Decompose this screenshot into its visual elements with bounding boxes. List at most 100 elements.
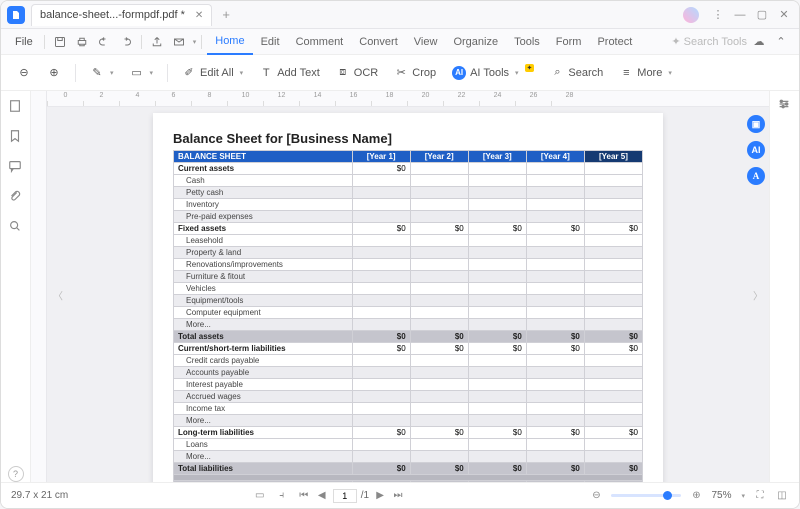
maximize-button[interactable]: ▢ (753, 6, 771, 24)
row-value (468, 259, 526, 271)
fullscreen-icon[interactable]: ⛶ (753, 489, 767, 503)
zoom-in-button[interactable]: ⊕ (41, 62, 67, 84)
row-value: $0 (526, 427, 584, 439)
row-label: Fixed assets (174, 223, 353, 235)
close-window-button[interactable]: ✕ (775, 6, 793, 24)
ai-tools-button[interactable]: AIAI Tools▾✦ (446, 62, 540, 84)
save-icon[interactable] (53, 35, 67, 49)
crop-button[interactable]: ✂Crop (388, 62, 442, 84)
pdf-page: Balance Sheet for [Business Name] BALANC… (153, 113, 663, 482)
menu-tab-organize[interactable]: Organize (445, 29, 506, 55)
zoom-out-status-icon[interactable]: ⊖ (589, 489, 603, 503)
row-label: Cash (174, 175, 353, 187)
row-value (352, 199, 410, 211)
add-text-button[interactable]: TAdd Text (253, 62, 326, 84)
row-label: Inventory (174, 199, 353, 211)
comments-icon[interactable] (8, 159, 24, 175)
menu-tab-view[interactable]: View (406, 29, 446, 55)
cloud-icon[interactable]: ☁ (752, 35, 766, 49)
row-value (584, 283, 642, 295)
row-value (526, 415, 584, 427)
menu-dots-icon[interactable]: ⋮ (709, 6, 727, 24)
row-value (468, 247, 526, 259)
last-page-icon[interactable]: ⏭ (391, 489, 405, 503)
floating-ai-icon[interactable]: AI (747, 141, 765, 159)
search-panel-icon[interactable] (8, 219, 24, 235)
menu-tab-form[interactable]: Form (548, 29, 590, 55)
attachments-icon[interactable] (8, 189, 24, 205)
next-page-arrow[interactable]: 〉 (749, 283, 767, 306)
settings-sliders-icon[interactable] (777, 97, 793, 113)
doc-title: Balance Sheet for [Business Name] (173, 131, 643, 146)
menu-tab-home[interactable]: Home (207, 29, 252, 55)
bookmarks-icon[interactable] (8, 129, 24, 145)
zoom-slider[interactable] (611, 494, 681, 497)
row-label: Leasehold (174, 235, 353, 247)
row-value: $0 (352, 163, 410, 175)
layout-view-icon[interactable]: ▭ (253, 489, 267, 503)
zoom-value: 75% (711, 490, 731, 501)
row-value (584, 235, 642, 247)
user-profile-icon[interactable] (683, 7, 699, 23)
row-value (352, 451, 410, 463)
header-cell: [Year 4] (526, 151, 584, 163)
next-page-icon[interactable]: ▶ (373, 489, 387, 503)
document-tab[interactable]: balance-sheet...-formpdf.pdf * ✕ (31, 4, 212, 26)
menu-tab-edit[interactable]: Edit (253, 29, 288, 55)
fit-page-icon[interactable]: ◫ (775, 489, 789, 503)
print-icon[interactable] (75, 35, 89, 49)
more-button[interactable]: ≡More▾ (613, 62, 678, 84)
row-value: $0 (352, 331, 410, 343)
row-value (410, 175, 468, 187)
share-icon[interactable] (150, 35, 164, 49)
first-page-icon[interactable]: ⏮ (297, 489, 311, 503)
mail-dropdown-caret[interactable]: ▾ (193, 38, 197, 46)
ocr-button[interactable]: ⧈OCR (330, 62, 384, 84)
redo-icon[interactable] (119, 35, 133, 49)
balance-sheet-table: BALANCE SHEET[Year 1][Year 2][Year 3][Ye… (173, 150, 643, 482)
menu-tab-comment[interactable]: Comment (288, 29, 352, 55)
prev-page-icon[interactable]: ◀ (315, 489, 329, 503)
zoom-out-button[interactable]: ⊖ (11, 62, 37, 84)
help-icon[interactable]: ? (8, 466, 24, 482)
row-label: Current/short-term liabilities (174, 343, 353, 355)
row-value: $0 (410, 481, 468, 483)
menu-tab-convert[interactable]: Convert (351, 29, 406, 55)
highlight-tool[interactable]: ✎▾ (84, 62, 120, 84)
floating-user-icon[interactable]: ▣ (747, 115, 765, 133)
prev-page-arrow[interactable]: 〈 (49, 283, 67, 306)
add-tab-button[interactable]: + (216, 7, 236, 22)
search-tools-button[interactable]: ✦ Search Tools (671, 35, 747, 48)
row-value (584, 211, 642, 223)
row-value: $0 (468, 343, 526, 355)
row-value (410, 295, 468, 307)
mail-icon[interactable] (172, 35, 186, 49)
zoom-dropdown-caret[interactable]: ▾ (742, 492, 746, 500)
document-viewport[interactable]: 〈 〉 ▣ AI A Balance Sheet for [Business N… (47, 107, 769, 482)
file-menu[interactable]: File (9, 36, 39, 48)
undo-icon[interactable] (97, 35, 111, 49)
row-value (584, 451, 642, 463)
row-value (352, 415, 410, 427)
menu-tab-protect[interactable]: Protect (589, 29, 640, 55)
collapse-ribbon-icon[interactable]: ⌃ (774, 35, 788, 49)
row-value (526, 319, 584, 331)
zoom-in-status-icon[interactable]: ⊕ (689, 489, 703, 503)
floating-a-icon[interactable]: A (747, 167, 765, 185)
menu-tab-tools[interactable]: Tools (506, 29, 548, 55)
row-value (584, 307, 642, 319)
new-badge: ✦ (525, 64, 535, 72)
row-value (584, 187, 642, 199)
zoom-slider-thumb[interactable] (663, 491, 672, 500)
page-dimensions: 29.7 x 21 cm (11, 490, 68, 501)
minimize-button[interactable]: — (731, 6, 749, 24)
close-tab-icon[interactable]: ✕ (195, 10, 203, 21)
search-button[interactable]: ⌕Search (544, 62, 609, 84)
row-value (468, 451, 526, 463)
edit-all-button[interactable]: ✐Edit All▾ (176, 62, 249, 84)
page-number-input[interactable] (333, 489, 357, 503)
thumbnails-icon[interactable] (8, 99, 24, 115)
row-value (584, 259, 642, 271)
shape-tool[interactable]: ▭▾ (124, 62, 160, 84)
continuous-view-icon[interactable]: ⫞ (275, 489, 289, 503)
